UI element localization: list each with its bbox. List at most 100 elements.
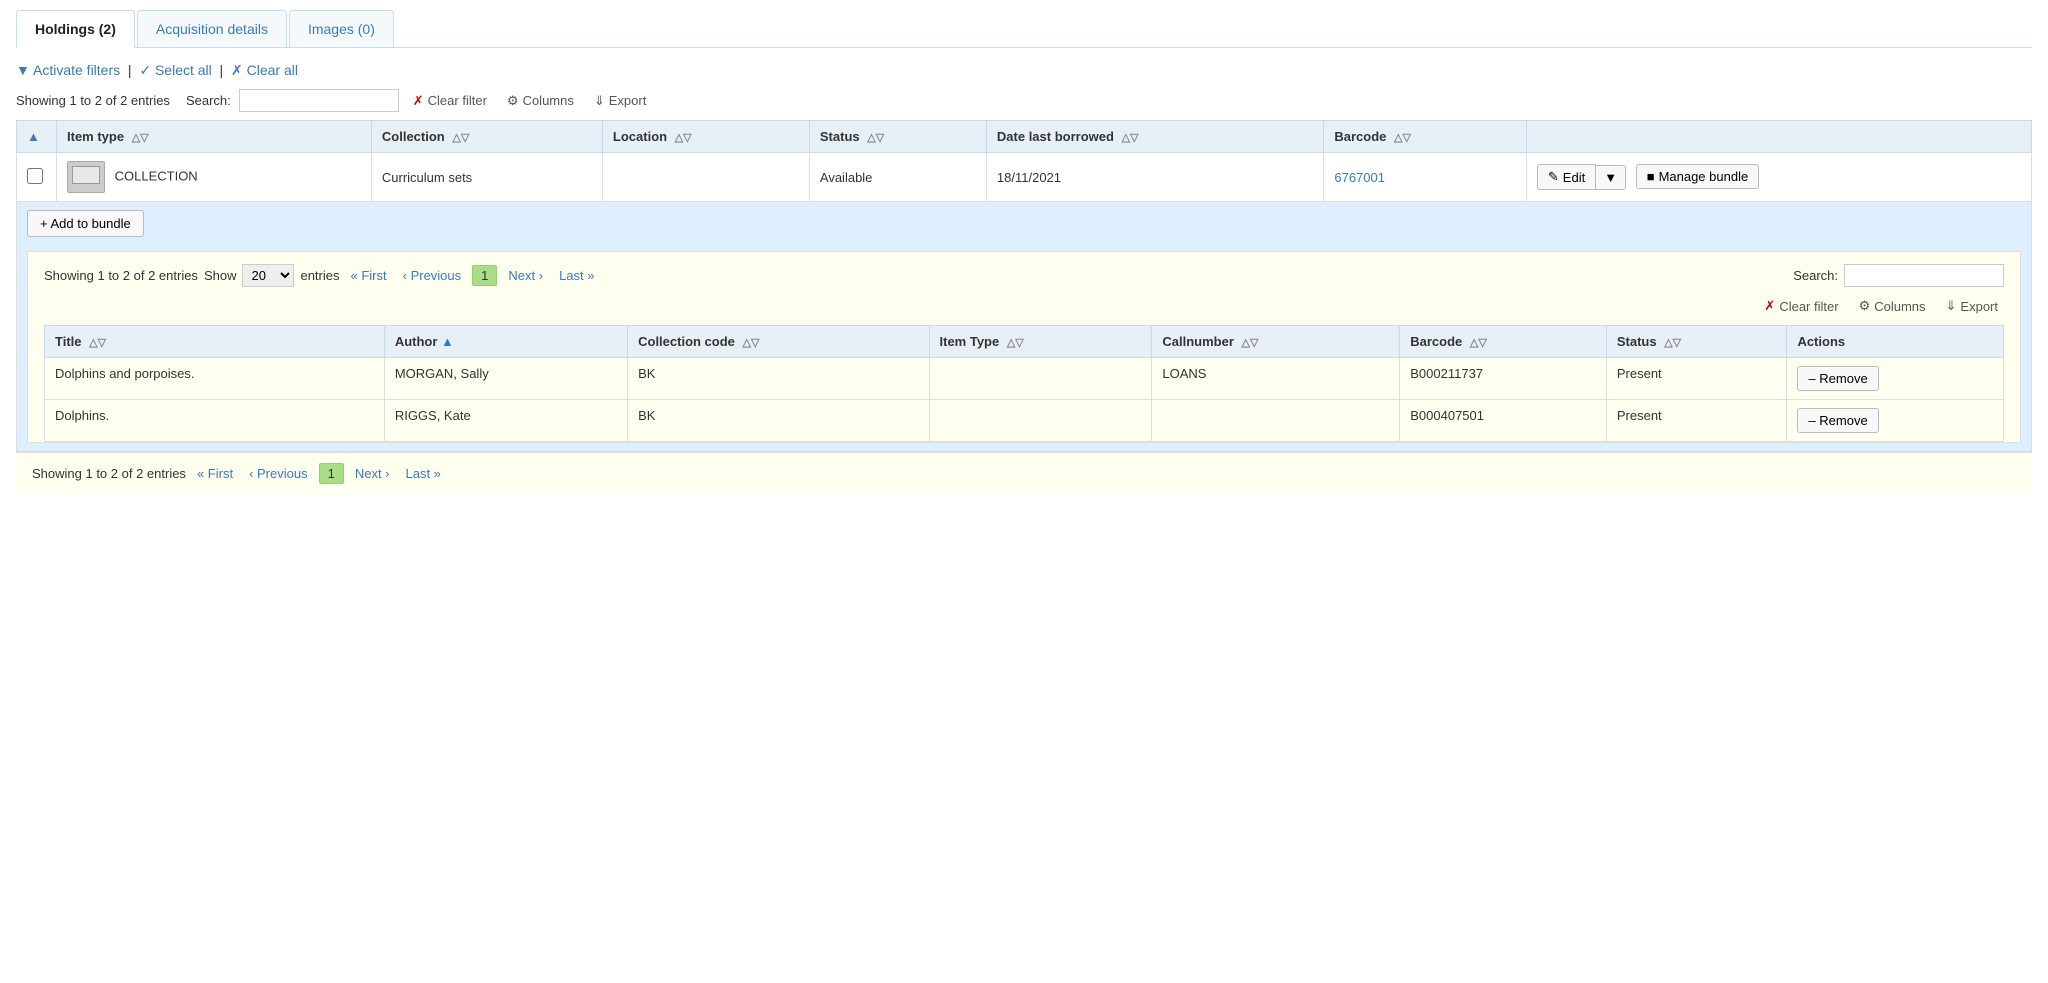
inner-row-author-0: MORGAN, Sally <box>384 358 627 400</box>
inner-col-actions: Actions <box>1787 326 2004 358</box>
sort-icon-barcode[interactable]: △▽ <box>1394 132 1411 144</box>
inner-col-author-label: Author <box>395 334 438 349</box>
main-table-header: ▲ Item type △▽ Collection △▽ Location △▽… <box>17 121 2032 153</box>
toolbar-row: Showing 1 to 2 of 2 entries Search: ✗ Cl… <box>16 89 2032 112</box>
filter-bar: ▼ Activate filters | ✓ Select all | ✗ Cl… <box>16 62 2032 79</box>
select-all-link[interactable]: Select all <box>155 62 212 78</box>
export-button[interactable]: ⇓ Export <box>588 90 652 112</box>
inner-row-title-1: Dolphins. <box>45 400 385 442</box>
row-status-value: Available <box>820 170 873 185</box>
inner-row-cc-0: BK <box>628 358 929 400</box>
add-to-bundle-button[interactable]: + Add to bundle <box>27 210 144 237</box>
inner-row-st-0: Present <box>1606 358 1787 400</box>
pencil-icon: ✎ <box>1548 169 1559 185</box>
inner-clear-filter-label: Clear filter <box>1779 299 1838 314</box>
inner-row-title-0: Dolphins and porpoises. <box>45 358 385 400</box>
inner-col-author: Author ▲ <box>384 326 627 358</box>
remove-button-1[interactable]: – Remove <box>1797 408 1878 433</box>
sort-icon-title[interactable]: △▽ <box>89 337 106 349</box>
clear-filter-button[interactable]: ✗ Clear filter <box>407 90 493 112</box>
inner-col-st-label: Status <box>1617 334 1657 349</box>
export-label: Export <box>609 93 647 108</box>
search-input[interactable] <box>239 89 399 112</box>
col-status: Status △▽ <box>809 121 986 153</box>
clear-all-link[interactable]: Clear all <box>247 62 298 78</box>
tab-images[interactable]: Images (0) <box>289 10 394 47</box>
sort-icon-st[interactable]: △▽ <box>1664 337 1681 349</box>
inner-showing-text: Showing 1 to 2 of 2 entries <box>44 268 198 283</box>
sort-icon-collection[interactable]: △▽ <box>452 132 469 144</box>
col-status-label: Status <box>820 129 860 144</box>
inner-columns-button[interactable]: ⚙ Columns <box>1853 295 1932 317</box>
inner-col-title: Title △▽ <box>45 326 385 358</box>
sort-up-author-icon[interactable]: ▲ <box>441 334 454 349</box>
bottom-pagination: Showing 1 to 2 of 2 entries « First ‹ Pr… <box>16 452 2032 494</box>
row-date-value: 18/11/2021 <box>997 170 1061 185</box>
sort-up-icon[interactable]: ▲ <box>27 129 40 144</box>
inner-section: Showing 1 to 2 of 2 entries Show 10 20 5… <box>27 251 2021 443</box>
edit-dropdown-button[interactable]: ▼ <box>1596 165 1626 190</box>
tab-holdings[interactable]: Holdings (2) <box>16 10 135 48</box>
barcode-link[interactable]: 6767001 <box>1334 170 1385 185</box>
inner-table-row: Dolphins. RIGGS, Kate BK B000407501 Pres… <box>45 400 2004 442</box>
col-location-label: Location <box>613 129 667 144</box>
check-icon: ✓ <box>139 62 151 78</box>
col-date-last-borrowed: Date last borrowed △▽ <box>986 121 1323 153</box>
remove-button-0[interactable]: – Remove <box>1797 366 1878 391</box>
first-page-button[interactable]: « First <box>346 266 392 285</box>
inner-row-bc-0: B000211737 <box>1400 358 1607 400</box>
inner-col-item-type: Item Type △▽ <box>929 326 1152 358</box>
row-checkbox[interactable] <box>27 168 43 184</box>
last-page-button[interactable]: Last » <box>554 266 599 285</box>
inner-col-cn-label: Callnumber <box>1162 334 1234 349</box>
col-collection-label: Collection <box>382 129 445 144</box>
bundle-icon: ■ <box>1647 169 1655 184</box>
sort-icon-cc[interactable]: △▽ <box>743 337 760 349</box>
bottom-last-button[interactable]: Last » <box>401 464 446 483</box>
inner-col-barcode: Barcode △▽ <box>1400 326 1607 358</box>
bottom-first-button[interactable]: « First <box>192 464 238 483</box>
manage-bundle-button[interactable]: ■ Manage bundle <box>1636 164 1760 189</box>
inner-tools-row: ✗ Clear filter ⚙ Columns ⇓ Export <box>44 295 2004 317</box>
inner-clear-filter-button[interactable]: ✗ Clear filter <box>1758 295 1844 317</box>
sort-icon-item-type[interactable]: △▽ <box>132 132 149 144</box>
bottom-previous-button[interactable]: ‹ Previous <box>244 464 313 483</box>
previous-page-button[interactable]: ‹ Previous <box>398 266 467 285</box>
sort-icon-it[interactable]: △▽ <box>1007 337 1024 349</box>
inner-row-act-0: – Remove <box>1787 358 2004 400</box>
col-item-type: Item type △▽ <box>57 121 372 153</box>
inner-row-cn-1 <box>1152 400 1400 442</box>
sort-icon-bc[interactable]: △▽ <box>1470 337 1487 349</box>
tab-bar: Holdings (2) Acquisition details Images … <box>0 0 2048 48</box>
row-status-cell: Available <box>809 153 986 202</box>
row-actions-cell: ✎ Edit ▼ ■ Manage bundle <box>1526 153 2031 202</box>
table-row: COLLECTION Curriculum sets Available 18/… <box>17 153 2032 202</box>
show-entries-select[interactable]: 10 20 50 100 <box>242 264 294 287</box>
sort-icon-cn[interactable]: △▽ <box>1242 337 1259 349</box>
next-page-button[interactable]: Next › <box>503 266 548 285</box>
edit-button[interactable]: ✎ Edit <box>1537 164 1596 190</box>
bottom-next-button[interactable]: Next › <box>350 464 395 483</box>
sort-icon-status[interactable]: △▽ <box>867 132 884 144</box>
inner-col-act-label: Actions <box>1797 334 1845 349</box>
tabs-container: Holdings (2) Acquisition details Images … <box>16 10 2032 48</box>
tab-acquisition[interactable]: Acquisition details <box>137 10 287 47</box>
row-collection-cell: Curriculum sets <box>371 153 602 202</box>
bundle-cell: + Add to bundle Showing 1 to 2 of 2 entr… <box>17 202 2032 452</box>
sort-icon-location[interactable]: △▽ <box>675 132 692 144</box>
inner-col-it-label: Item Type <box>940 334 1000 349</box>
filter-icon: ▼ <box>16 62 30 78</box>
sort-icon-date[interactable]: △▽ <box>1122 132 1139 144</box>
row-collection-value: Curriculum sets <box>382 170 472 185</box>
inner-show-label: Show <box>204 268 237 283</box>
inner-export-label: Export <box>1960 299 1998 314</box>
inner-search-input[interactable] <box>1844 264 2004 287</box>
gear-icon: ⚙ <box>507 93 519 109</box>
inner-export-button[interactable]: ⇓ Export <box>1940 295 2004 317</box>
activate-filters-link[interactable]: Activate filters <box>33 62 120 78</box>
inner-table-header: Title △▽ Author ▲ Collection code <box>45 326 2004 358</box>
row-date-cell: 18/11/2021 <box>986 153 1323 202</box>
columns-button[interactable]: ⚙ Columns <box>501 90 580 112</box>
inner-row-cc-1: BK <box>628 400 929 442</box>
inner-columns-label: Columns <box>1874 299 1925 314</box>
